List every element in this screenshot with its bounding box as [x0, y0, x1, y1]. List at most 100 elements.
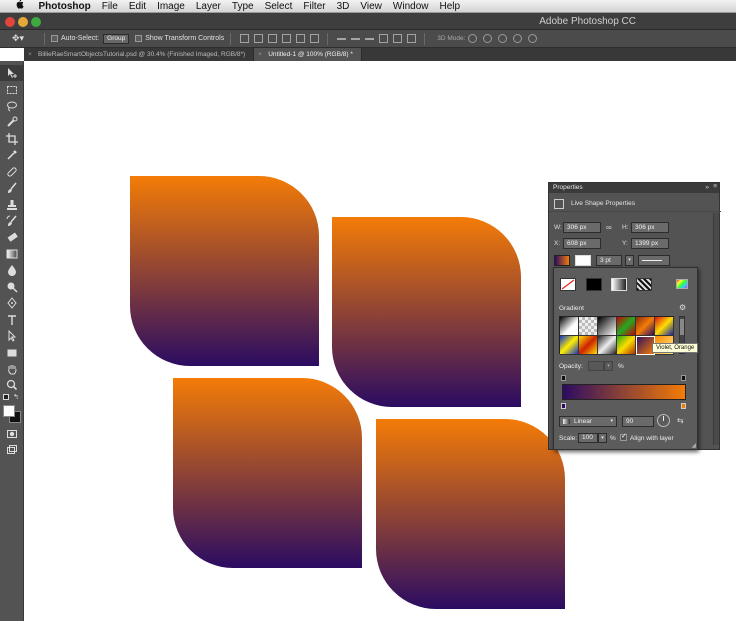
- swap-colors-icon[interactable]: ↰: [13, 393, 19, 401]
- align-bottom-icon[interactable]: [267, 34, 277, 43]
- gradient-preset[interactable]: [579, 317, 598, 336]
- stroke-color-swatch[interactable]: [575, 255, 591, 266]
- menu-image[interactable]: Image: [152, 0, 191, 13]
- menu-layer[interactable]: Layer: [190, 0, 226, 13]
- stroke-width-dropdown-icon[interactable]: ▾: [625, 255, 634, 266]
- brush-tool-icon[interactable]: [0, 180, 24, 196]
- apple-icon[interactable]: [12, 0, 26, 13]
- opacity-stop-right[interactable]: [681, 375, 686, 381]
- menu-filter[interactable]: Filter: [298, 0, 331, 13]
- gradient-settings-icon[interactable]: ⚙: [679, 303, 686, 312]
- align-left-icon[interactable]: [281, 34, 291, 43]
- panel-menu-icon[interactable]: ≡: [713, 182, 717, 192]
- color-stop-left[interactable]: [561, 403, 566, 409]
- 3d-scale-icon[interactable]: [528, 34, 538, 43]
- color-picker-icon[interactable]: [676, 279, 688, 289]
- move-tool-preset-icon[interactable]: ✥▾: [12, 33, 38, 44]
- gradient-tool-icon[interactable]: [0, 246, 24, 262]
- link-dimensions-icon[interactable]: ∞: [606, 222, 612, 233]
- gradient-preset[interactable]: [636, 317, 655, 336]
- tab-billierae-psd[interactable]: × BillieRaeSmartObjectsTutorial.psd @ 30…: [24, 48, 255, 61]
- gradient-style-dropdown[interactable]: Linear ▾: [559, 416, 617, 427]
- eraser-tool-icon[interactable]: [0, 229, 24, 245]
- live-shape-top-left[interactable]: [130, 176, 319, 366]
- resize-grip-icon[interactable]: ◢: [691, 442, 696, 449]
- 3d-rotate-icon[interactable]: [468, 34, 478, 43]
- live-shape-bottom-right[interactable]: [376, 419, 565, 609]
- quick-mask-icon[interactable]: [0, 426, 24, 442]
- expand-panel-icon[interactable]: »: [705, 183, 709, 193]
- align-right-icon[interactable]: [309, 34, 319, 43]
- opacity-stop-left[interactable]: [561, 375, 566, 381]
- auto-select-checkbox[interactable]: [51, 35, 58, 42]
- hand-tool-icon[interactable]: [0, 361, 24, 377]
- healing-brush-tool-icon[interactable]: [0, 164, 24, 180]
- gradient-preset[interactable]: [598, 317, 617, 336]
- crop-tool-icon[interactable]: [0, 131, 24, 147]
- close-tab-icon[interactable]: ×: [258, 48, 262, 61]
- scale-field[interactable]: 100: [578, 433, 598, 443]
- history-brush-tool-icon[interactable]: [0, 213, 24, 229]
- menu-edit[interactable]: Edit: [123, 0, 151, 13]
- menu-select[interactable]: Select: [259, 0, 298, 13]
- 3d-slide-icon[interactable]: [513, 34, 523, 43]
- quick-selection-tool-icon[interactable]: [0, 114, 24, 130]
- menu-file[interactable]: File: [96, 0, 123, 13]
- gradient-preset[interactable]: [617, 336, 636, 355]
- close-window-button[interactable]: [5, 17, 15, 27]
- dodge-tool-icon[interactable]: [0, 279, 24, 295]
- reverse-gradient-icon[interactable]: ⇆: [677, 416, 684, 425]
- distribute-bottom-icon[interactable]: [364, 37, 374, 40]
- menu-type[interactable]: Type: [226, 0, 259, 13]
- align-top-icon[interactable]: [239, 34, 249, 43]
- distribute-left-icon[interactable]: [378, 34, 388, 43]
- rectangle-tool-icon[interactable]: [0, 345, 24, 361]
- distribute-right-icon[interactable]: [406, 34, 416, 43]
- 3d-roll-icon[interactable]: [483, 34, 493, 43]
- move-tool-icon[interactable]: [0, 65, 24, 81]
- gradient-preset[interactable]: [598, 336, 617, 355]
- menu-photoshop[interactable]: Photoshop: [33, 0, 96, 13]
- gradient-bar[interactable]: [562, 384, 686, 400]
- align-hcenter-icon[interactable]: [295, 34, 305, 43]
- close-tab-icon[interactable]: ×: [28, 48, 32, 61]
- gradient-preset[interactable]: [560, 336, 579, 355]
- menu-view[interactable]: View: [355, 0, 388, 13]
- tab-untitled-1[interactable]: × Untitled-1 @ 100% (RGB/8) *: [254, 48, 362, 61]
- fill-color-swatch[interactable]: [554, 255, 570, 266]
- align-with-layer-checkbox[interactable]: ✓: [620, 433, 627, 441]
- blur-tool-icon[interactable]: [0, 262, 24, 278]
- gradient-fill-icon[interactable]: [611, 278, 627, 291]
- pattern-fill-icon[interactable]: [636, 278, 652, 291]
- live-shape-top-right[interactable]: [332, 217, 521, 407]
- menu-3d[interactable]: 3D: [331, 0, 355, 13]
- live-shape-bottom-left[interactable]: [173, 378, 362, 568]
- height-field[interactable]: 306 px: [631, 222, 669, 233]
- lasso-tool-icon[interactable]: [0, 98, 24, 114]
- distribute-top-icon[interactable]: [336, 37, 346, 40]
- solid-color-fill-icon[interactable]: [586, 278, 602, 291]
- gradient-preset[interactable]: [655, 317, 674, 336]
- no-fill-icon[interactable]: [560, 278, 576, 291]
- gradient-preset[interactable]: [579, 336, 598, 355]
- distribute-vcenter-icon[interactable]: [350, 37, 360, 40]
- gradient-preset[interactable]: [617, 317, 636, 336]
- foreground-color-swatch[interactable]: [3, 405, 15, 417]
- gradient-angle-field[interactable]: 90: [622, 416, 654, 427]
- gradient-preset[interactable]: [560, 317, 579, 336]
- auto-select-dropdown[interactable]: Group: [103, 33, 130, 44]
- type-tool-icon[interactable]: [0, 312, 24, 328]
- path-selection-tool-icon[interactable]: [0, 328, 24, 344]
- x-field[interactable]: 608 px: [563, 238, 601, 249]
- eyedropper-tool-icon[interactable]: [0, 147, 24, 163]
- menu-help[interactable]: Help: [434, 0, 466, 13]
- pen-tool-icon[interactable]: [0, 295, 24, 311]
- opacity-field[interactable]: [588, 361, 604, 371]
- default-colors-icon[interactable]: [3, 394, 9, 400]
- menu-window[interactable]: Window: [387, 0, 434, 13]
- color-stop-right[interactable]: [681, 403, 686, 409]
- minimize-window-button[interactable]: [18, 17, 28, 27]
- zoom-tool-icon[interactable]: [0, 377, 24, 393]
- distribute-hcenter-icon[interactable]: [392, 34, 402, 43]
- properties-header[interactable]: Properties » ≡: [549, 183, 719, 193]
